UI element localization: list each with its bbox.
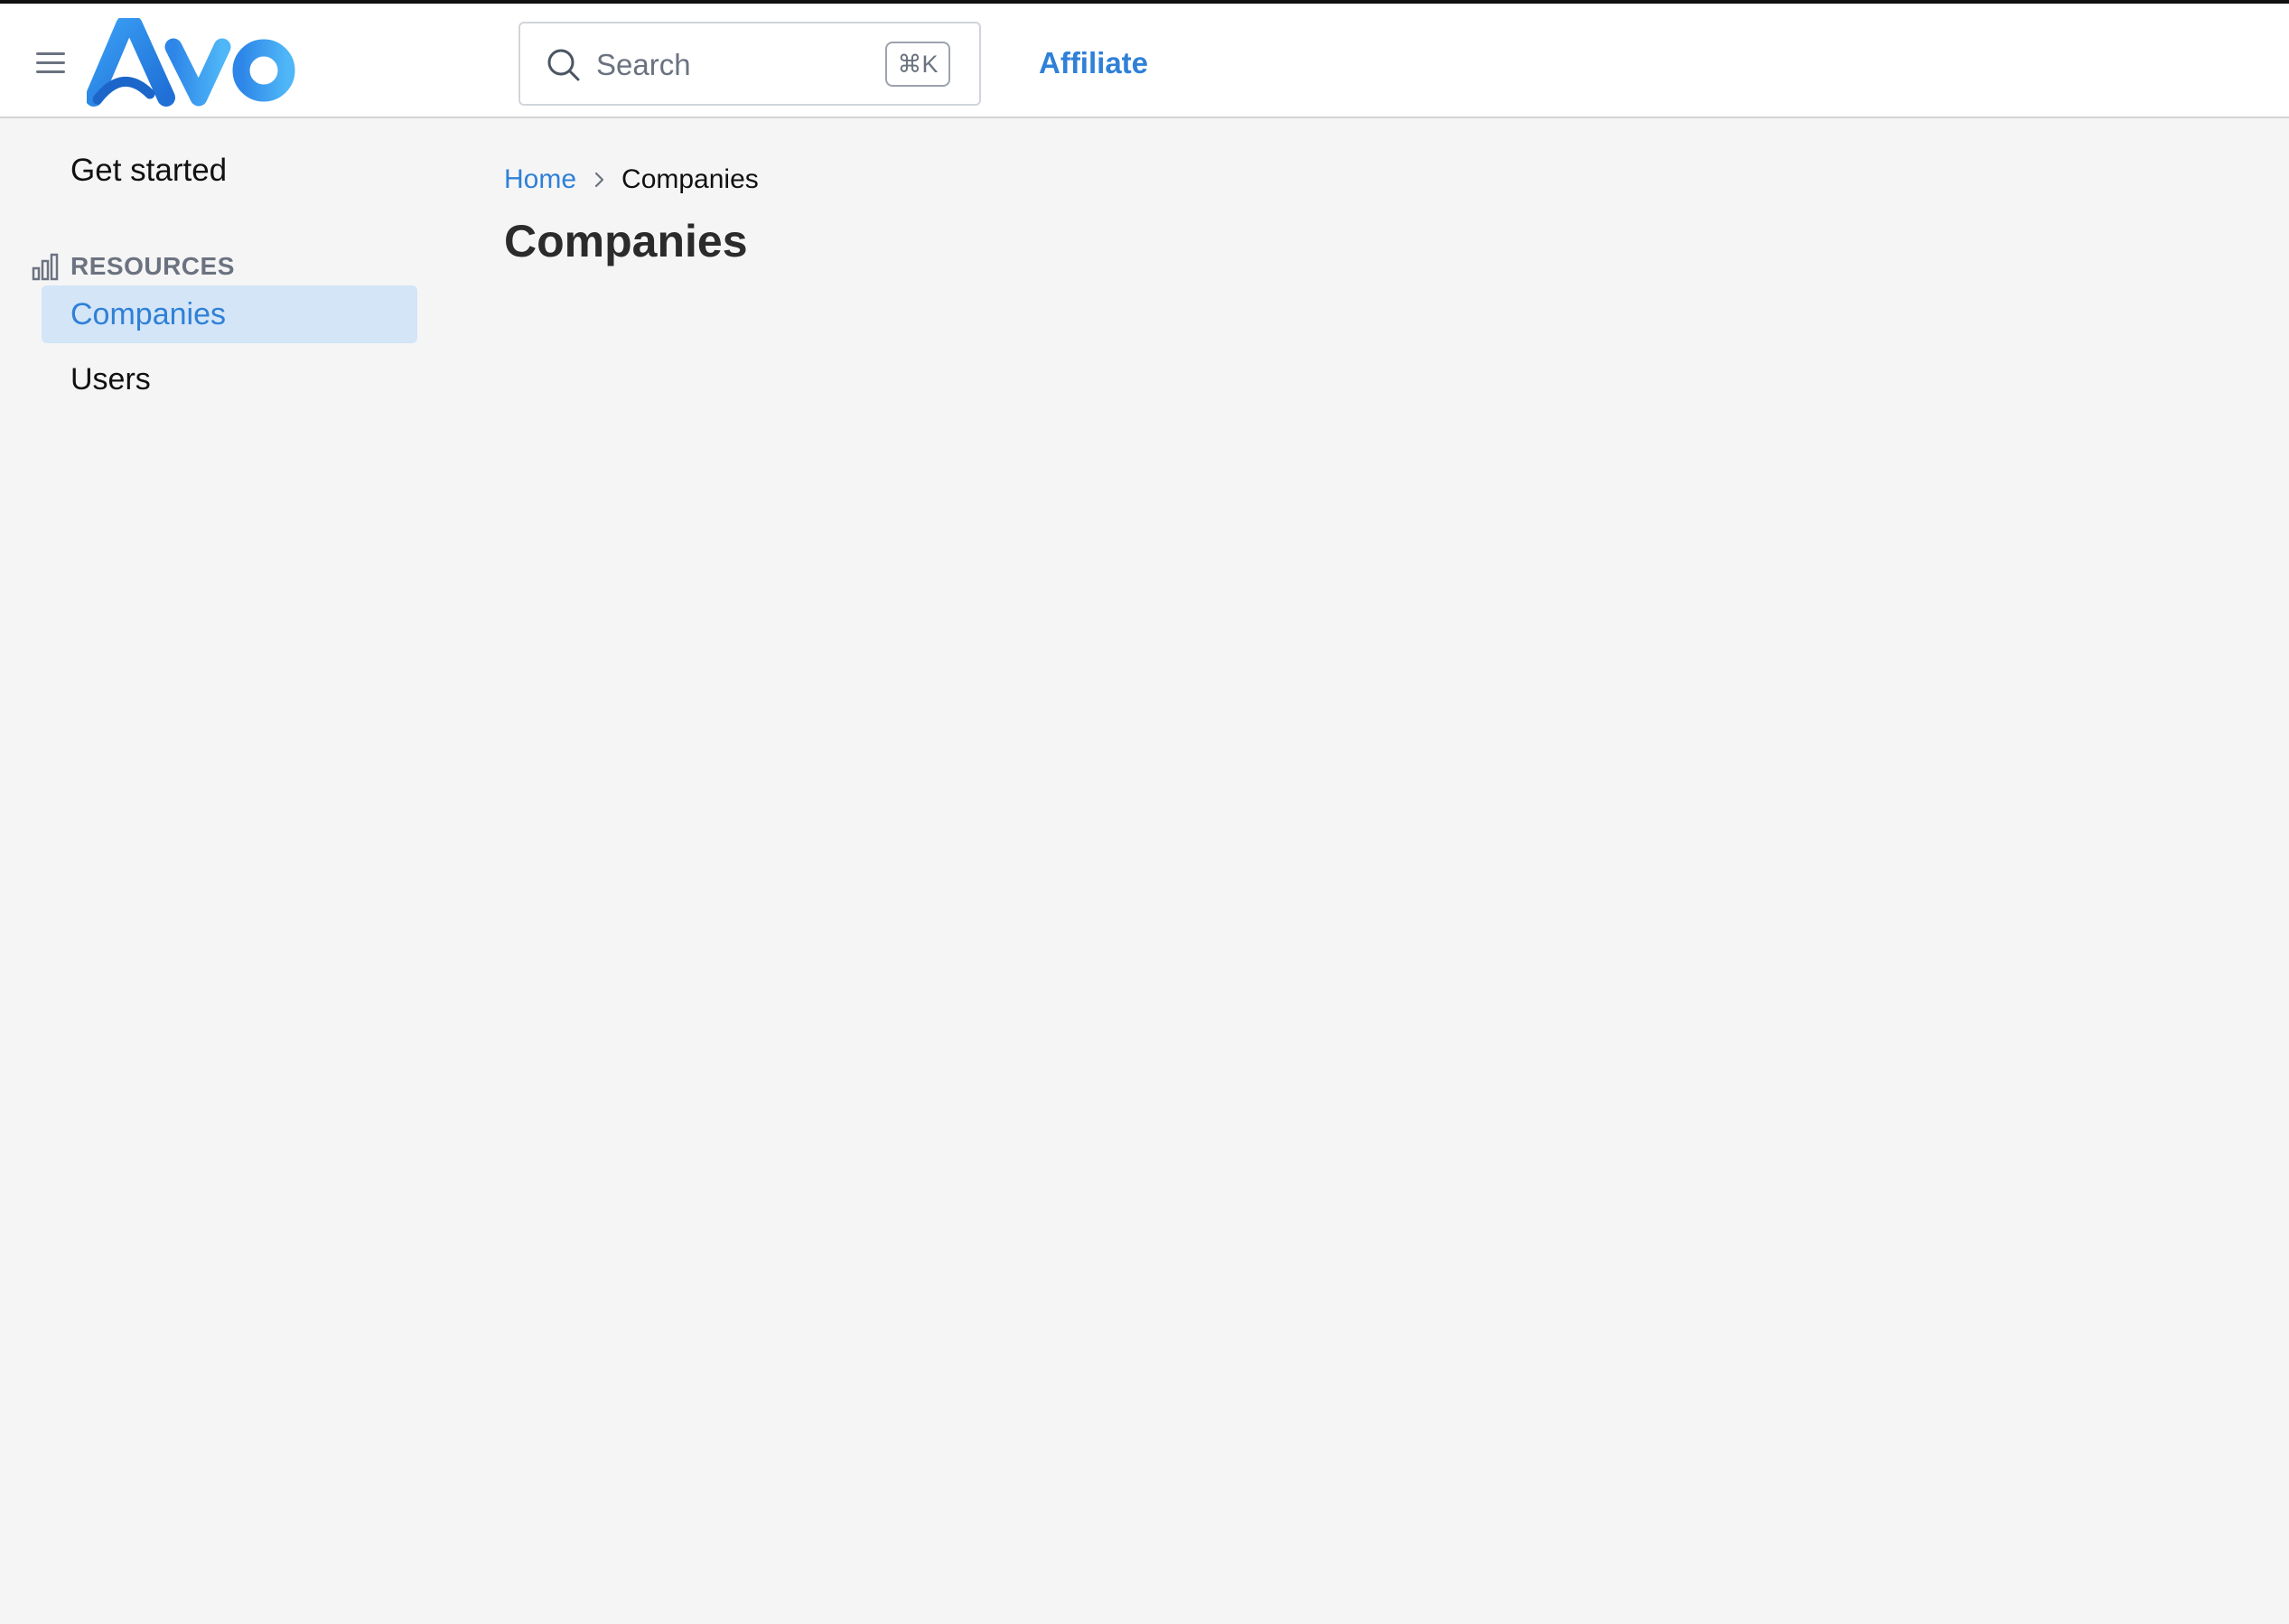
- sidebar-section-resources: RESOURCES: [31, 248, 235, 285]
- breadcrumb: Home Companies: [504, 163, 759, 196]
- search-icon: [547, 49, 580, 81]
- search-placeholder: Search: [596, 48, 691, 81]
- breadcrumb-home-link[interactable]: Home: [504, 163, 576, 196]
- avo-logo[interactable]: [85, 14, 298, 108]
- sidebar-item-companies[interactable]: Companies: [42, 285, 417, 343]
- search-shortcut-badge: ⌘K: [885, 42, 950, 87]
- sidebar-section-label: RESOURCES: [70, 252, 235, 280]
- sidebar-item-users[interactable]: Users: [42, 350, 417, 408]
- search-input[interactable]: Search ⌘K: [519, 22, 981, 106]
- page-title: Companies: [504, 216, 748, 266]
- affiliate-link[interactable]: Affiliate: [1039, 45, 1148, 81]
- menu-icon[interactable]: [36, 52, 65, 74]
- chevron-right-icon: [594, 172, 604, 188]
- sidebar: Get started RESOURCES Companies Users: [0, 120, 434, 1624]
- bar-chart-icon: [32, 253, 59, 281]
- top-navbar: Search ⌘K Affiliate: [0, 0, 2289, 118]
- breadcrumb-current: Companies: [621, 164, 759, 194]
- sidebar-item-get-started[interactable]: Get started: [70, 151, 227, 191]
